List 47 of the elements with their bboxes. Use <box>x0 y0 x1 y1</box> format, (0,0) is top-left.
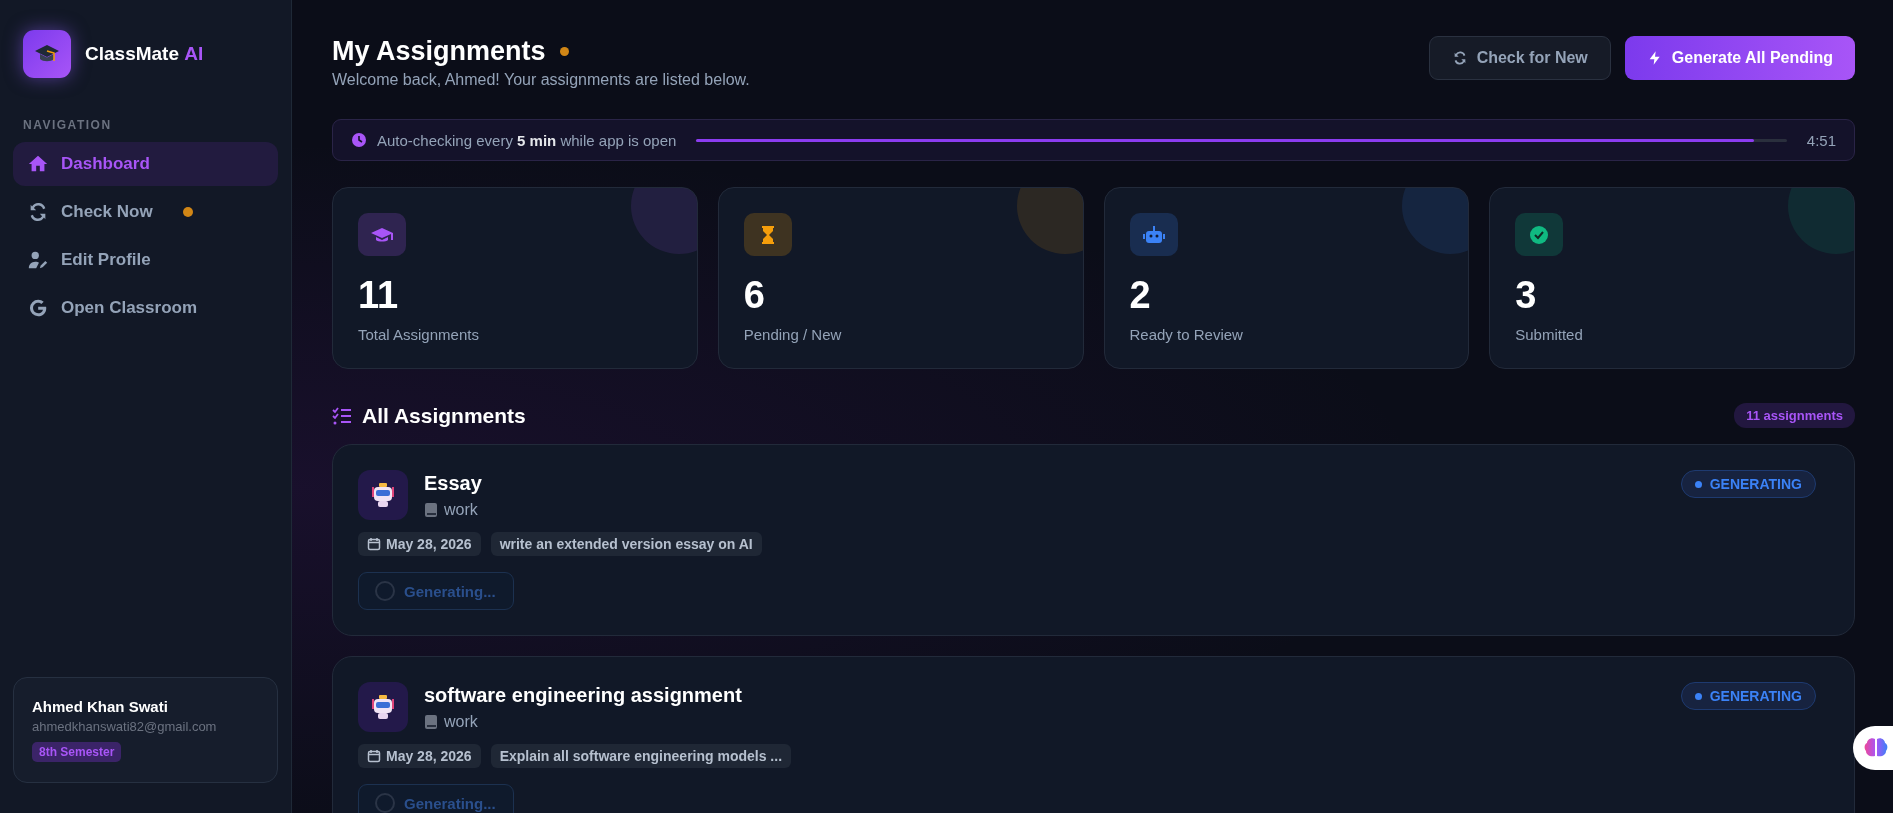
robot-icon <box>370 693 396 721</box>
assignment-count: 11 assignments <box>1734 403 1855 428</box>
app-name: ClassMate AI <box>85 43 204 65</box>
page-subtitle: Welcome back, Ahmed! Your assignments are listed below. <box>332 71 750 89</box>
subject-label: work <box>444 501 478 519</box>
due-date-chip: May 28, 2026 <box>358 532 481 556</box>
stat-value: 6 <box>743 276 766 314</box>
stat-label: Ready to Review <box>1129 326 1244 343</box>
subject-label: work <box>444 713 478 731</box>
nav-item[interactable]: Edit Profile <box>13 238 278 282</box>
page-title: My Assignments <box>332 36 546 67</box>
description-chip: write an extended version essay on AI <box>490 532 762 556</box>
status-pill: GENERATING <box>1680 682 1816 710</box>
robot-icon <box>370 481 396 509</box>
nav-item[interactable]: Dashboard <box>13 142 278 186</box>
section-title: All Assignments <box>362 403 526 428</box>
nav-item[interactable]: Check Now <box>13 190 278 234</box>
stat-value: 3 <box>1515 276 1538 314</box>
description-chip: Explain all software engineering models ... <box>490 744 792 768</box>
stat-value: 11 <box>358 276 400 314</box>
auto-check-text: Auto-checking every 5 min while app is open <box>377 131 677 149</box>
status-dot <box>559 47 569 56</box>
book-icon <box>424 502 438 518</box>
assignment-title: Essay <box>424 472 482 495</box>
stat-label: Pending / New <box>743 326 843 343</box>
user-edit-icon <box>27 249 49 271</box>
g-letter-icon <box>27 297 49 319</box>
nav-item[interactable]: Open Classroom <box>13 286 278 330</box>
calendar-icon <box>367 749 381 763</box>
status-pill: GENERATING <box>1680 470 1816 498</box>
countdown: 4:51 <box>1806 131 1836 149</box>
clock-icon <box>351 132 367 148</box>
generate-button[interactable]: Generate All Pending <box>1624 36 1855 80</box>
due-date-chip: May 28, 2026 <box>358 744 481 768</box>
stat-label: Submitted <box>1515 326 1584 343</box>
check-button[interactable]: Check for New <box>1428 36 1611 80</box>
section-label: NAVIGATION <box>23 118 113 132</box>
checklist-icon <box>332 406 352 425</box>
user-email: ahmedkhanswati82@gmail.com <box>32 719 217 734</box>
book-icon <box>424 714 438 730</box>
app-logo <box>23 30 71 78</box>
stat-value: 2 <box>1129 276 1152 314</box>
calendar-icon <box>367 537 381 551</box>
assignment-title: software engineering assignment <box>424 684 742 707</box>
semester-tag: 8th Semester <box>32 742 122 762</box>
stat-label: Total Assignments <box>358 326 480 343</box>
user-name: Ahmed Khan Swati <box>32 698 168 715</box>
